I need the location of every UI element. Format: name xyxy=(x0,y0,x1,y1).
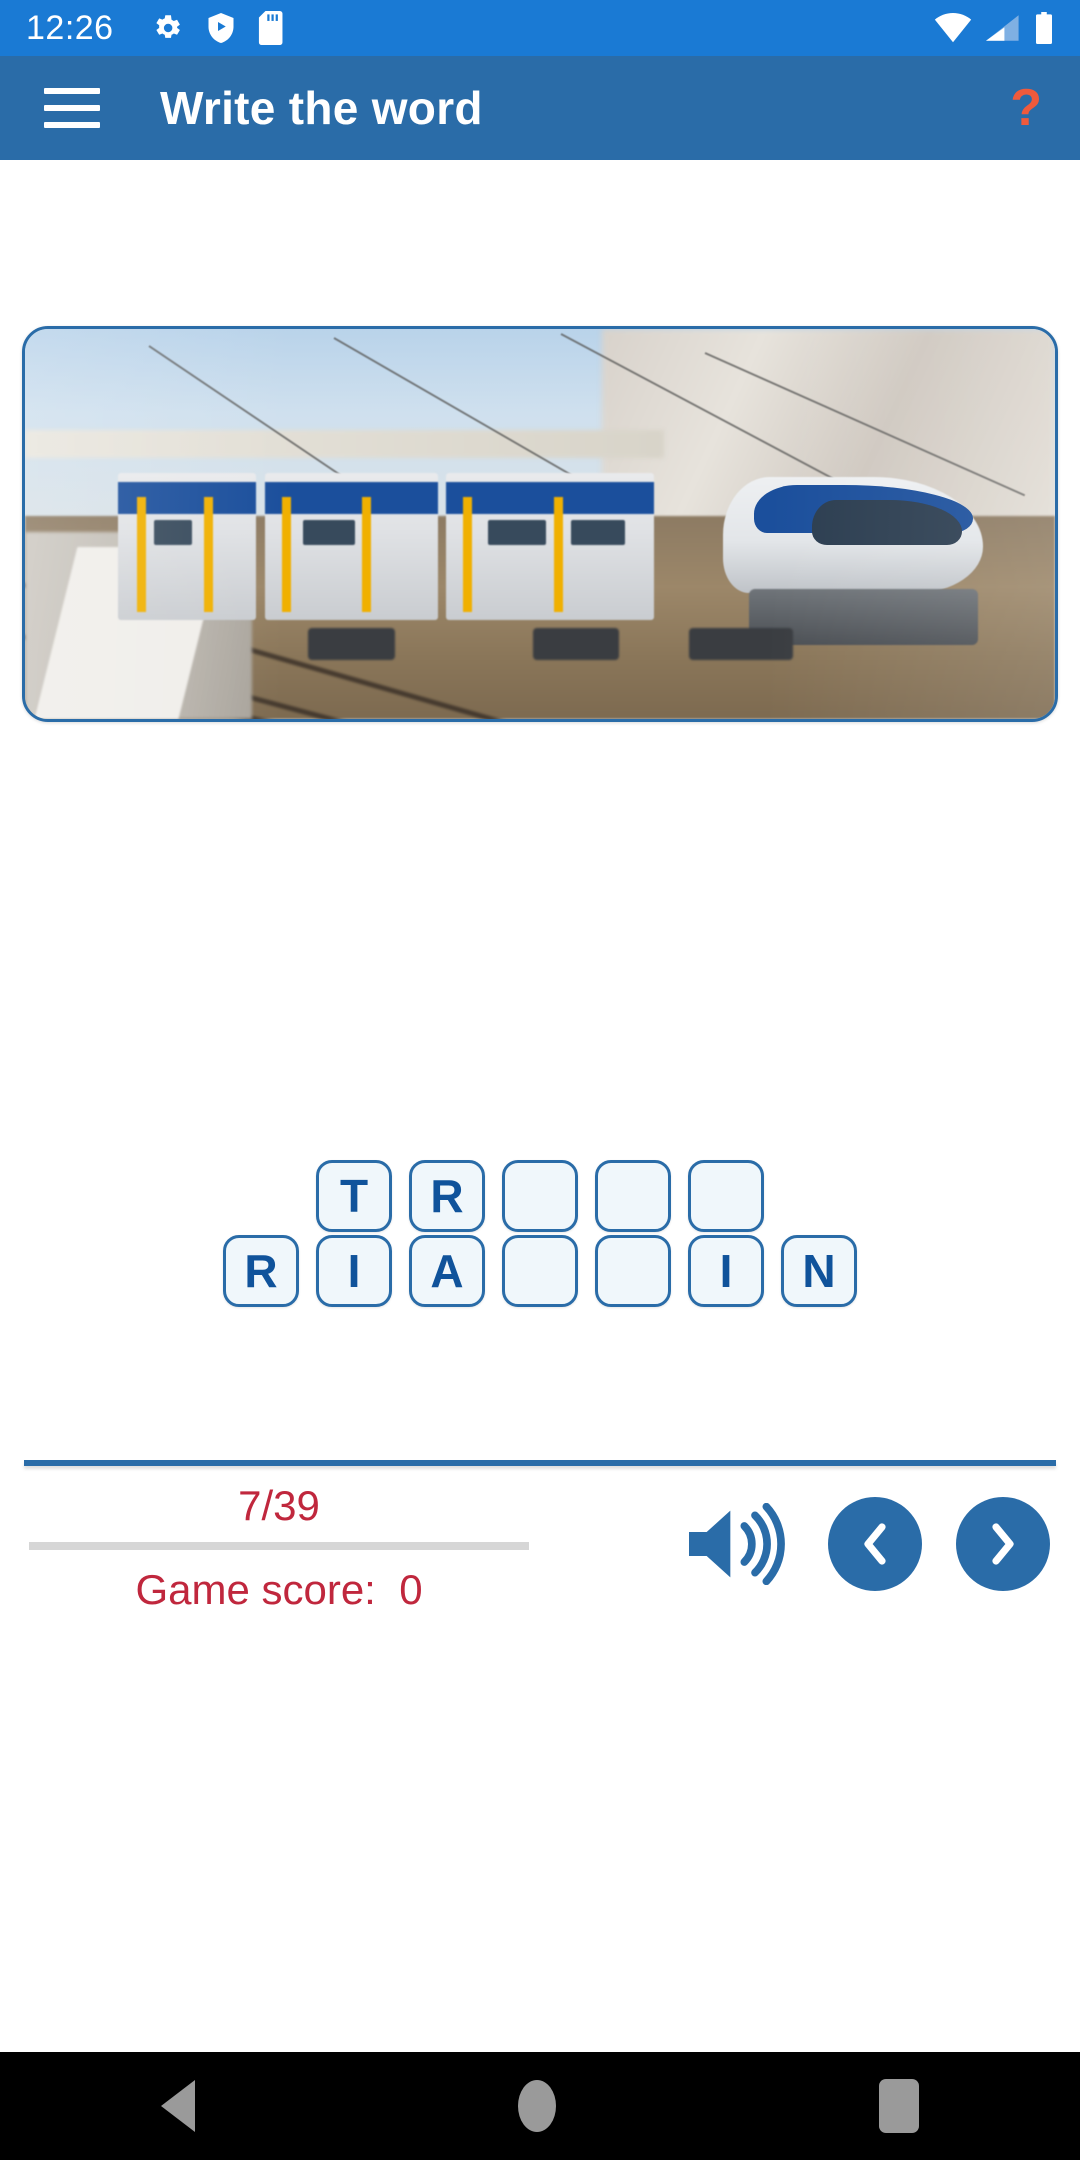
train-photo xyxy=(25,329,1055,719)
android-navigation-bar xyxy=(0,2052,1080,2160)
photo-bogie xyxy=(308,627,395,660)
speaker-volume-icon[interactable] xyxy=(684,1496,794,1592)
progress-stats: 7/39 Game score: 0 xyxy=(24,1482,534,1614)
hamburger-line xyxy=(44,105,100,111)
progress-bar xyxy=(29,1542,529,1550)
photo-window xyxy=(571,520,626,546)
photo-coach-door-stripe xyxy=(463,496,473,612)
hamburger-line xyxy=(44,88,100,94)
letter-bank-tile[interactable] xyxy=(595,1235,671,1307)
letter-tiles-area: T R R I A I N xyxy=(0,1160,1080,1307)
answer-tile[interactable] xyxy=(688,1160,764,1232)
photo-coach-door-stripe xyxy=(203,496,213,612)
photo-train xyxy=(117,473,983,660)
progress-counter: 7/39 xyxy=(238,1482,320,1529)
back-triangle-icon[interactable] xyxy=(161,2080,196,2132)
photo-coach xyxy=(446,473,655,621)
wifi-icon xyxy=(934,13,972,43)
letter-bank: R I A I N xyxy=(0,1235,1080,1307)
chevron-left-icon xyxy=(864,1523,886,1565)
photo-window xyxy=(153,520,193,546)
home-circle-icon[interactable] xyxy=(517,2080,556,2132)
photo-window xyxy=(302,520,355,546)
letter-bank-tile[interactable]: R xyxy=(223,1235,299,1307)
next-word-button[interactable] xyxy=(956,1497,1050,1591)
play-protect-shield-icon xyxy=(208,13,234,43)
footer-controls xyxy=(684,1496,1050,1592)
previous-word-button[interactable] xyxy=(828,1497,922,1591)
hamburger-menu-icon[interactable] xyxy=(44,88,100,128)
status-bar-clock: 12:26 xyxy=(26,9,114,47)
letter-bank-tile[interactable]: N xyxy=(781,1235,857,1307)
answer-tile[interactable]: R xyxy=(409,1160,485,1232)
app-bar: Write the word ? xyxy=(0,56,1080,160)
help-question-mark-icon[interactable]: ? xyxy=(1010,82,1042,134)
photo-coach-door-stripe xyxy=(554,496,564,612)
progress-bar-fill xyxy=(29,1542,119,1550)
main-content: T R R I A I N 7/39 Game score: 0 xyxy=(0,160,1080,2000)
photo-locomotive xyxy=(723,463,983,650)
status-bar-system-icons xyxy=(934,12,1054,44)
chevron-right-icon xyxy=(992,1523,1014,1565)
letter-bank-tile[interactable]: I xyxy=(316,1235,392,1307)
photo-coach-door-stripe xyxy=(137,496,147,612)
photo-bogie xyxy=(688,627,793,660)
answer-tile[interactable] xyxy=(502,1160,578,1232)
sd-card-icon xyxy=(258,11,283,45)
photo-platform-roof xyxy=(25,430,664,458)
footer-divider xyxy=(24,1460,1056,1466)
battery-icon xyxy=(1036,12,1052,44)
photo-coach xyxy=(264,473,438,621)
photo-coach-door-stripe xyxy=(282,496,292,612)
photo-window xyxy=(487,520,547,546)
letter-bank-tile[interactable]: I xyxy=(688,1235,764,1307)
status-bar-notification-icons xyxy=(150,11,286,45)
photo-bogie xyxy=(532,627,620,660)
gear-icon xyxy=(155,15,180,38)
photo-coach-door-stripe xyxy=(361,496,371,612)
photo-coach-stripe xyxy=(446,482,655,515)
game-score-label: Game score: 0 xyxy=(135,1566,423,1613)
footer-bar: 7/39 Game score: 0 xyxy=(0,1460,1080,1640)
answer-slots: T R xyxy=(0,1160,1080,1232)
photo-coach xyxy=(117,473,257,621)
hamburger-line xyxy=(44,122,100,128)
letter-bank-tile[interactable]: A xyxy=(409,1235,485,1307)
cellular-signal-icon xyxy=(986,15,1019,41)
recents-square-icon[interactable] xyxy=(878,2079,919,2133)
answer-tile[interactable]: T xyxy=(316,1160,392,1232)
answer-tile[interactable] xyxy=(595,1160,671,1232)
status-bar: 12:26 xyxy=(0,0,1080,56)
word-picture-card xyxy=(22,326,1058,722)
page-title: Write the word xyxy=(160,82,483,134)
letter-bank-tile[interactable] xyxy=(502,1235,578,1307)
